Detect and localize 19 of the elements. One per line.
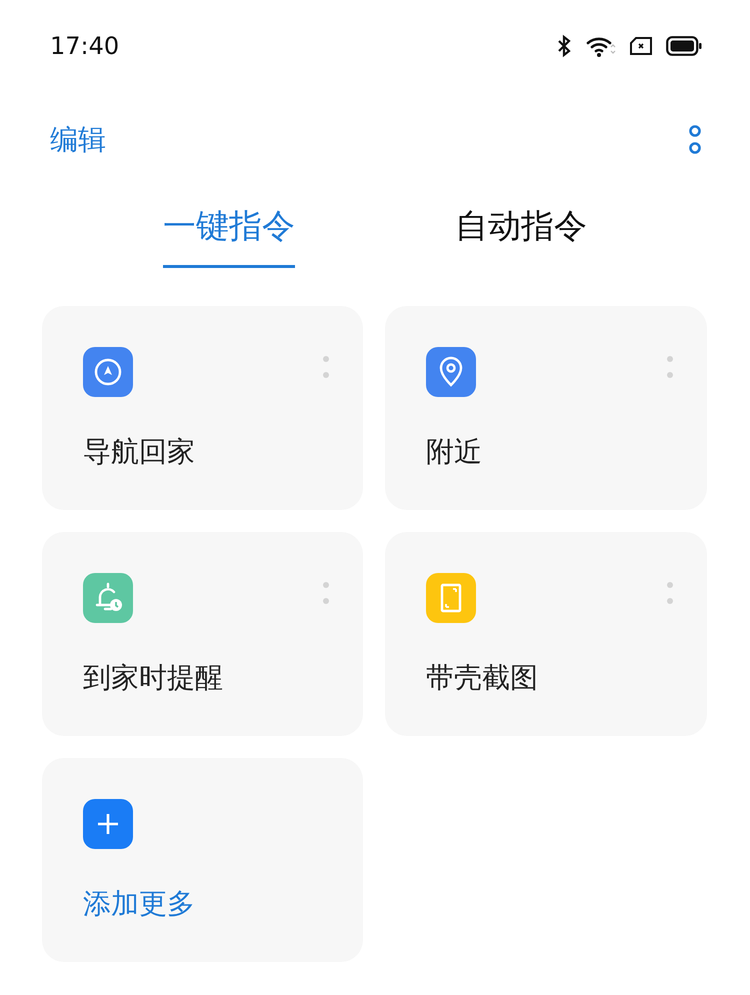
battery-icon [666, 36, 702, 56]
command-card[interactable]: 到家时提醒 [42, 532, 363, 736]
wifi-icon [586, 35, 616, 57]
command-card[interactable]: 导航回家 [42, 306, 363, 510]
add-more-card[interactable]: 添加更多 [42, 758, 363, 962]
card-label: 附近 [426, 434, 483, 470]
sim-card-icon [630, 37, 652, 55]
more-icon[interactable] [688, 124, 702, 156]
edit-button[interactable]: 编辑 [50, 121, 106, 159]
card-label: 到家时提醒 [83, 660, 224, 696]
tab[interactable]: 自动指令 [455, 202, 587, 268]
command-card[interactable]: 带壳截图 [385, 532, 707, 736]
card-label: 带壳截图 [426, 660, 539, 696]
bluetooth-icon [556, 34, 572, 58]
card-label: 导航回家 [83, 434, 196, 470]
clock-time: 17:40 [50, 32, 120, 60]
command-card[interactable]: 附近 [385, 306, 707, 510]
card-label: 添加更多 [83, 886, 196, 922]
tab[interactable]: 一键指令 [163, 202, 295, 268]
